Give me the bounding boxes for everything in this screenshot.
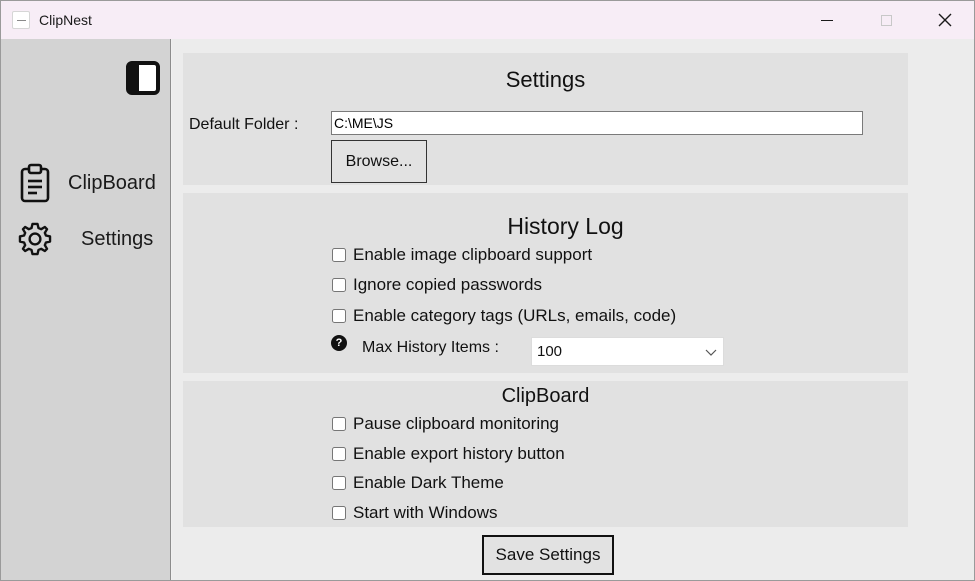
checkbox-label: Enable category tags (URLs, emails, code…	[353, 306, 677, 325]
title-bar[interactable]: ClipNest	[1, 1, 974, 39]
app-window: ClipNest ClipBoard Settings Settings Def…	[0, 0, 975, 581]
checkbox-input[interactable]	[332, 447, 346, 461]
max-history-value: 100	[537, 343, 563, 360]
checkbox-input[interactable]	[332, 278, 346, 292]
general-settings-section: Settings Default Folder : Browse...	[183, 53, 908, 185]
dark-theme-checkbox[interactable]: Enable Dark Theme	[331, 473, 504, 493]
clipboard-title: ClipBoard	[501, 385, 590, 407]
sidebar-item-label: ClipBoard	[68, 171, 156, 194]
max-history-select[interactable]: 100	[531, 337, 724, 366]
ignore-passwords-checkbox[interactable]: Ignore copied passwords	[331, 275, 542, 295]
minimize-button[interactable]	[798, 1, 856, 39]
checkbox-label: Start with Windows	[353, 503, 498, 522]
page-title: Settings	[505, 67, 586, 92]
max-history-label: Max History Items :	[362, 339, 499, 356]
maximize-button[interactable]	[857, 1, 915, 39]
settings-panel: Settings Default Folder : Browse... Hist…	[172, 39, 974, 580]
browse-button[interactable]: Browse...	[331, 140, 427, 183]
pause-monitoring-checkbox[interactable]: Pause clipboard monitoring	[331, 414, 559, 434]
sidebar: ClipBoard Settings	[1, 39, 171, 580]
save-settings-button[interactable]: Save Settings	[482, 535, 614, 575]
history-log-section: History Log Enable image clipboard suppo…	[183, 193, 908, 373]
chevron-down-icon	[705, 349, 717, 356]
history-log-title: History Log	[507, 213, 624, 239]
sidebar-item-clipboard[interactable]: ClipBoard	[13, 161, 163, 205]
gear-icon	[13, 217, 57, 261]
export-history-checkbox[interactable]: Enable export history button	[331, 444, 565, 464]
checkbox-input[interactable]	[332, 248, 346, 262]
checkbox-label: Ignore copied passwords	[353, 275, 543, 294]
default-folder-label: Default Folder :	[189, 116, 299, 133]
app-logo-icon	[12, 11, 30, 29]
maximize-icon	[880, 14, 892, 26]
clipboard-icon	[13, 161, 57, 205]
close-icon	[938, 13, 952, 27]
checkbox-input[interactable]	[332, 476, 346, 490]
category-tags-checkbox[interactable]: Enable category tags (URLs, emails, code…	[331, 306, 676, 326]
sidebar-item-label: Settings	[81, 227, 154, 250]
checkbox-label: Pause clipboard monitoring	[353, 414, 560, 433]
checkbox-input[interactable]	[332, 309, 346, 323]
image-support-checkbox[interactable]: Enable image clipboard support	[331, 245, 592, 265]
minimize-icon	[821, 19, 833, 21]
default-folder-input[interactable]	[331, 111, 863, 135]
sidebar-item-settings[interactable]: Settings	[13, 217, 163, 261]
sidebar-toggle-icon[interactable]	[126, 61, 160, 95]
checkbox-input[interactable]	[332, 506, 346, 520]
start-with-windows-checkbox[interactable]: Start with Windows	[331, 503, 498, 523]
checkbox-label: Enable export history button	[353, 444, 565, 463]
checkbox-label: Enable Dark Theme	[353, 473, 504, 492]
help-icon[interactable]: ?	[331, 335, 347, 351]
checkbox-input[interactable]	[332, 417, 346, 431]
window-title: ClipNest	[39, 12, 92, 28]
checkbox-label: Enable image clipboard support	[353, 245, 593, 264]
close-button[interactable]	[916, 1, 974, 39]
clipboard-section: ClipBoard Pause clipboard monitoring Ena…	[183, 381, 908, 527]
